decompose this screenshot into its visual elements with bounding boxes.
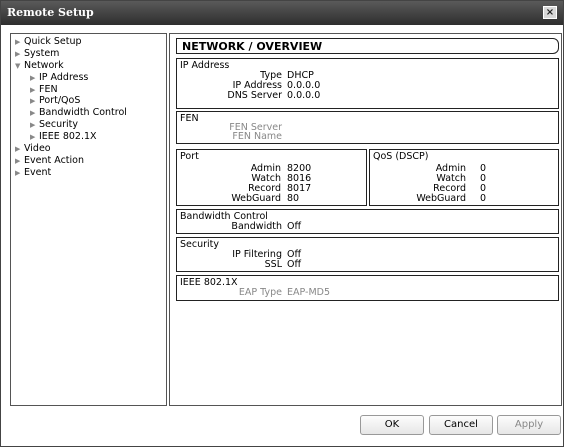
apply-button[interactable]: Apply bbox=[497, 415, 561, 435]
window-title: Remote Setup bbox=[7, 6, 94, 19]
ssl-value: Off bbox=[287, 259, 302, 270]
port-section: Port Admin 8200 Watch 8016 Record 8017 W… bbox=[176, 149, 367, 206]
setup-tree: ▶ Quick Setup ▶ System ▼ Network ▶ IP Address ▶ F… bbox=[10, 33, 167, 406]
fen-section: FEN FEN Server FEN Name bbox=[176, 111, 559, 144]
tree-item-ip-address[interactable]: ▶ IP Address bbox=[11, 72, 166, 84]
qos-section: QoS (DSCP) Admin 0 Watch 0 Record 0 WebG… bbox=[369, 149, 559, 206]
ssl-label: SSL bbox=[264, 259, 282, 270]
tree-item-label: Quick Setup bbox=[24, 36, 82, 47]
security-section-title: Security bbox=[180, 239, 220, 250]
ieee-8021x-section: IEEE 802.1X EAP Type EAP-MD5 bbox=[176, 275, 559, 301]
eap-type-value: EAP-MD5 bbox=[287, 287, 331, 298]
port-webguard-value: 80 bbox=[287, 193, 300, 204]
tree-item-port-qos[interactable]: ▶ Port/QoS bbox=[11, 95, 166, 107]
tree-item-security[interactable]: ▶ Security bbox=[11, 119, 166, 131]
ok-button[interactable]: OK bbox=[360, 415, 424, 435]
tree-item-label: Security bbox=[39, 119, 79, 131]
tree-item-network[interactable]: ▼ Network bbox=[11, 60, 166, 72]
title-bar: Remote Setup × bbox=[1, 1, 563, 25]
bandwidth-label: Bandwidth bbox=[231, 221, 282, 232]
qos-section-title: QoS (DSCP) bbox=[373, 151, 429, 162]
tree-item-bandwidth-control[interactable]: ▶ Bandwidth Control bbox=[11, 107, 166, 119]
dns-server-label: DNS Server bbox=[227, 90, 282, 101]
qos-webguard-label: WebGuard bbox=[416, 193, 466, 204]
tree-item-label: Network bbox=[24, 59, 64, 71]
ip-address-section: IP Address Type DHCP IP Address 0.0.0.0 … bbox=[176, 58, 559, 109]
cancel-button[interactable]: Cancel bbox=[429, 415, 493, 435]
fen-name-label: FEN Name bbox=[232, 131, 282, 142]
tree-item-label: Event Action bbox=[24, 154, 84, 166]
tree-item-label: Bandwidth Control bbox=[39, 107, 127, 119]
tree-item-label: System bbox=[24, 47, 60, 59]
tree-item-quick-setup[interactable]: ▶ Quick Setup bbox=[11, 36, 166, 48]
tree-item-video[interactable]: ▶ Video bbox=[11, 143, 166, 155]
tree-item-label: Port/QoS bbox=[39, 95, 81, 107]
close-icon[interactable]: × bbox=[543, 6, 557, 19]
bandwidth-control-section: Bandwidth Control Bandwidth Off bbox=[176, 209, 559, 234]
overview-panel: NETWORK / OVERVIEW IP Address Type DHCP … bbox=[169, 33, 562, 406]
ip-address-section-title: IP Address bbox=[180, 60, 230, 71]
page-title: NETWORK / OVERVIEW bbox=[176, 38, 559, 54]
eap-type-label: EAP Type bbox=[238, 287, 282, 298]
bandwidth-value: Off bbox=[287, 221, 302, 232]
tree-item-event-action[interactable]: ▶ Event Action bbox=[11, 155, 166, 167]
tree-item-event[interactable]: ▶ Event bbox=[11, 167, 166, 179]
tree-item-fen[interactable]: ▶ FEN bbox=[11, 84, 166, 96]
expand-right-icon[interactable]: ▶ bbox=[15, 168, 24, 180]
security-section: Security IP Filtering Off SSL Off bbox=[176, 237, 559, 272]
qos-webguard-value: 0 bbox=[480, 193, 487, 204]
tree-item-label: Event bbox=[24, 166, 52, 178]
tree-item-label: Video bbox=[24, 143, 51, 155]
port-webguard-label: WebGuard bbox=[231, 193, 281, 204]
remote-setup-window: Remote Setup × ▶ Quick Setup ▶ System ▼ Netwo… bbox=[0, 0, 564, 447]
tree-item-label: IEEE 802.1X bbox=[39, 131, 97, 143]
tree-item-ieee-802-1x[interactable]: ▶ IEEE 802.1X bbox=[11, 131, 166, 143]
tree-item-label: FEN bbox=[39, 83, 58, 95]
ieee-8021x-section-title: IEEE 802.1X bbox=[180, 277, 238, 288]
dns-server-value: 0.0.0.0 bbox=[287, 90, 321, 101]
tree-item-label: IP Address bbox=[39, 71, 89, 83]
port-section-title: Port bbox=[180, 151, 199, 162]
tree-item-system[interactable]: ▶ System bbox=[11, 48, 166, 60]
